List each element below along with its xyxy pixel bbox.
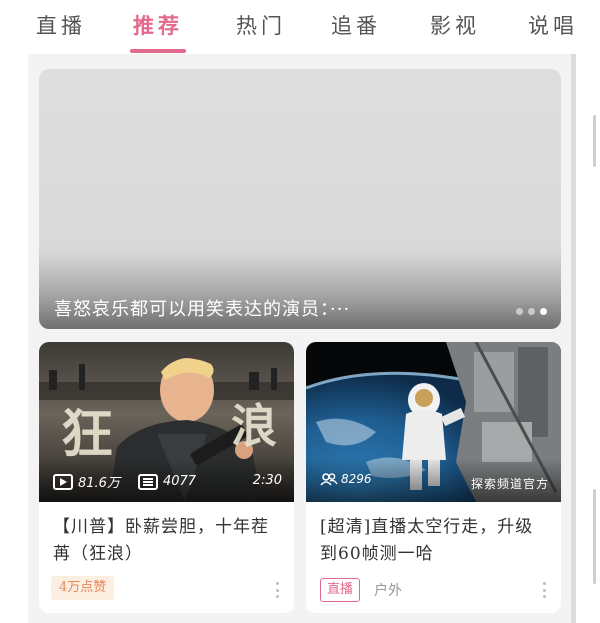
more-icon[interactable] bbox=[276, 582, 280, 598]
carousel-dot-active[interactable] bbox=[540, 308, 547, 315]
live-title[interactable]: [超清]直播太空行走，升级到60帧测一哈 bbox=[320, 514, 548, 568]
thumbnail-text-1: 狂 bbox=[61, 404, 113, 465]
channel-watermark: 探索频道官方 bbox=[470, 477, 549, 491]
category-label: 户外 bbox=[374, 583, 402, 599]
active-tab-indicator bbox=[130, 49, 186, 53]
tab-rap[interactable]: 说唱 bbox=[528, 10, 578, 40]
video-title[interactable]: 【川普】卧薪尝胆，十年茬苒（狂浪） bbox=[53, 514, 281, 568]
thumbnail-text-2: 浪 bbox=[231, 399, 277, 453]
live-card[interactable]: 8296 探索频道官方 [超清]直播太空行走，升级到60帧测一哈 直播 户外 bbox=[306, 342, 561, 613]
top-tab-bar: 直播 推荐 热门 追番 影视 说唱 bbox=[0, 0, 576, 54]
viewer-stats: 8296 bbox=[320, 472, 372, 486]
carousel-dots bbox=[516, 308, 547, 315]
live-tag: 直播 bbox=[320, 578, 361, 602]
video-stats: 81.6万 4077 bbox=[53, 472, 196, 491]
view-count: 81.6万 bbox=[78, 476, 120, 491]
more-icon[interactable] bbox=[543, 582, 547, 598]
edge-indicator-top bbox=[593, 115, 596, 167]
likes-badge: 4万点赞 bbox=[51, 576, 115, 600]
scrollbar[interactable] bbox=[571, 54, 576, 623]
banner-carousel[interactable]: 喜怒哀乐都可以用笑表达的演员：··· bbox=[39, 69, 561, 329]
tab-film[interactable]: 影视 bbox=[430, 10, 480, 40]
tab-hot[interactable]: 热门 bbox=[236, 10, 286, 40]
video-duration: 2:30 bbox=[252, 473, 282, 488]
viewer-count: 8296 bbox=[341, 472, 372, 486]
banner-caption: 喜怒哀乐都可以用笑表达的演员：··· bbox=[54, 299, 351, 320]
carousel-dot[interactable] bbox=[516, 308, 523, 315]
tab-recommend[interactable]: 推荐 bbox=[133, 10, 183, 40]
danmaku-count: 4077 bbox=[162, 474, 197, 489]
viewers-icon bbox=[320, 473, 338, 486]
danmaku-icon bbox=[137, 473, 158, 490]
carousel-dot[interactable] bbox=[528, 308, 535, 315]
tab-live[interactable]: 直播 bbox=[36, 10, 86, 40]
edge-indicator-bottom bbox=[593, 489, 596, 584]
play-icon bbox=[53, 473, 73, 490]
video-card[interactable]: 狂 浪 81.6万 4077 2:30 【川普】卧薪尝胆，十年茬苒（狂浪） 4万… bbox=[39, 342, 294, 613]
tab-anime[interactable]: 追番 bbox=[331, 10, 381, 40]
